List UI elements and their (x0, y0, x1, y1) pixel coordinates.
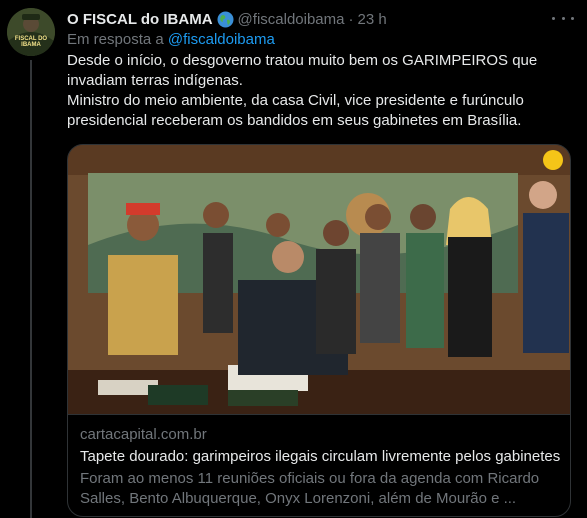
user-handle[interactable]: @fiscaldoibama (238, 11, 345, 28)
tweet-text: Desde o início, o desgoverno tratou muit… (67, 51, 572, 131)
card-image[interactable] (68, 145, 571, 415)
card-description: Foram ao menos 11 reuniões oficiais ou f… (80, 470, 540, 507)
more-options-icon[interactable] (552, 10, 574, 26)
timestamp[interactable]: 23 h (358, 11, 387, 28)
card-domain: cartacapital.com.br (80, 426, 207, 443)
globe-icon (217, 11, 234, 28)
tweet-header: O FISCAL do IBAMA @fiscaldoibama · 23 h (67, 9, 387, 29)
reply-prefix: Em resposta a (67, 31, 164, 48)
card-body: cartacapital.com.br Tapete dourado: gari… (80, 425, 562, 509)
thread-line (30, 60, 32, 518)
link-card[interactable]: cartacapital.com.br Tapete dourado: gari… (67, 144, 571, 517)
avatar-label: FISCAL DO IBAMA (14, 36, 48, 48)
reply-to-handle[interactable]: @fiscaldoibama (168, 31, 275, 48)
separator-dot: · (348, 10, 354, 28)
tweet-text-line: Ministro do meio ambiente, da casa Civil… (67, 92, 524, 129)
card-title: Tapete dourado: garimpeiros ilegais circ… (80, 448, 561, 465)
avatar-image (7, 8, 55, 56)
display-name[interactable]: O FISCAL do IBAMA (67, 11, 213, 28)
tweet-text-line: Desde o início, o desgoverno tratou muit… (67, 52, 538, 89)
reply-context: Em resposta a @fiscaldoibama (67, 31, 275, 48)
avatar[interactable]: FISCAL DO IBAMA (7, 8, 55, 56)
